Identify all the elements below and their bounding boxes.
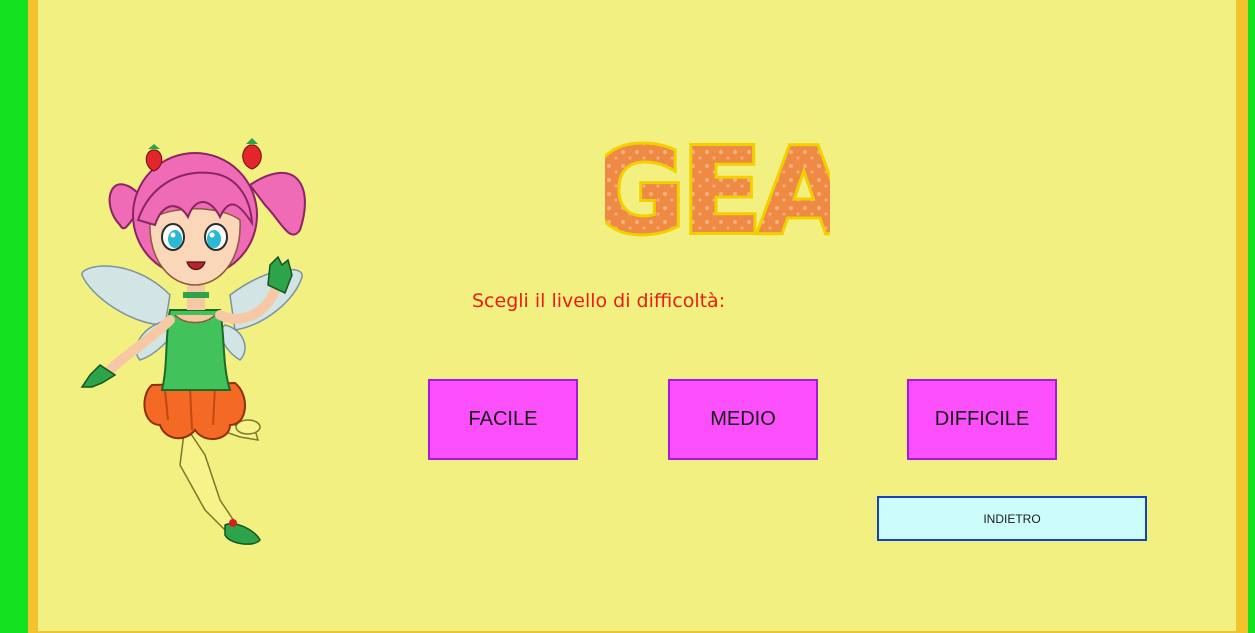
gea-logo: GEA	[605, 120, 830, 250]
easy-level-button[interactable]: FACILE	[428, 379, 578, 460]
difficulty-prompt: Scegli il livello di difficoltà:	[472, 290, 726, 312]
medium-level-button[interactable]: MEDIO	[668, 379, 818, 460]
back-button[interactable]: INDIETRO	[877, 496, 1147, 541]
fairy-mascot-icon	[80, 138, 306, 545]
logo-text: GEA	[605, 122, 830, 250]
hard-level-button[interactable]: DIFFICILE	[907, 379, 1057, 460]
